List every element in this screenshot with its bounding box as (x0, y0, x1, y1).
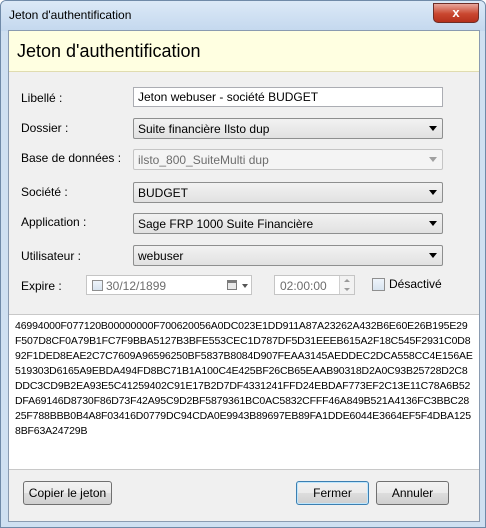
utilisateur-label: Utilisateur : (21, 249, 82, 263)
chevron-down-icon (429, 157, 437, 162)
base-label: Base de données : (21, 151, 122, 165)
expire-date-picker[interactable]: 30/12/1899 (86, 275, 252, 295)
base-value: ilsto_800_SuiteMulti dup (138, 153, 269, 167)
window-title: Jeton d'authentification (9, 8, 132, 22)
dossier-label: Dossier : (21, 121, 69, 135)
copy-token-button[interactable]: Copier le jeton (23, 481, 112, 505)
expire-date-value: 30/12/1899 (106, 279, 167, 293)
utilisateur-value: webuser (138, 249, 184, 263)
copy-token-label: Copier le jeton (28, 486, 107, 500)
cancel-button-label: Annuler (391, 486, 434, 500)
title-bar[interactable]: Jeton d'authentification x (1, 1, 485, 31)
application-value: Sage FRP 1000 Suite Financière (138, 217, 314, 231)
dossier-select[interactable]: Suite financière Ilsto dup (133, 118, 443, 139)
time-spin-down-icon[interactable] (339, 285, 354, 294)
libelle-value: Jeton webuser - société BUDGET (138, 90, 319, 104)
societe-select[interactable]: BUDGET (133, 182, 443, 203)
application-select[interactable]: Sage FRP 1000 Suite Financière (133, 213, 443, 234)
societe-label: Société : (21, 185, 68, 199)
token-textarea[interactable]: 46994000F077120B00000000F700620056A0DC02… (9, 314, 479, 470)
application-label: Application : (21, 215, 87, 229)
libelle-input[interactable]: Jeton webuser - société BUDGET (133, 87, 443, 107)
expire-time-value: 02:00:00 (280, 279, 327, 293)
close-icon: x (452, 5, 460, 20)
dialog-client-area: Jeton d'authentification Libellé : Jeton… (8, 30, 480, 522)
expire-time-input[interactable]: 02:00:00 (274, 275, 355, 295)
societe-value: BUDGET (138, 186, 189, 200)
base-select: ilsto_800_SuiteMulti dup (133, 149, 443, 170)
chevron-down-icon (429, 253, 437, 258)
libelle-label: Libellé : (21, 91, 63, 105)
close-button[interactable]: Fermer (296, 481, 369, 505)
header-title: Jeton d'authentification (17, 41, 201, 61)
close-window-button[interactable]: x (433, 3, 479, 23)
dossier-value: Suite financière Ilsto dup (138, 122, 270, 136)
calendar-icon[interactable] (227, 280, 237, 290)
close-button-label: Fermer (313, 486, 352, 500)
dialog-window: Jeton d'authentification x Jeton d'authe… (0, 0, 486, 528)
expire-label: Expire : (21, 279, 62, 293)
utilisateur-select[interactable]: webuser (133, 245, 443, 266)
desactive-label: Désactivé (389, 277, 442, 291)
chevron-down-icon[interactable] (242, 284, 248, 288)
desactive-checkbox[interactable] (372, 278, 385, 291)
chevron-down-icon (429, 221, 437, 226)
cancel-button[interactable]: Annuler (376, 481, 449, 505)
token-value: 46994000F077120B00000000F700620056A0DC02… (15, 320, 473, 437)
dialog-header: Jeton d'authentification (9, 31, 479, 72)
chevron-down-icon (429, 190, 437, 195)
expire-enable-checkbox[interactable] (92, 280, 103, 291)
form-panel: Libellé : Jeton webuser - société BUDGET… (9, 73, 479, 313)
chevron-down-icon (429, 126, 437, 131)
